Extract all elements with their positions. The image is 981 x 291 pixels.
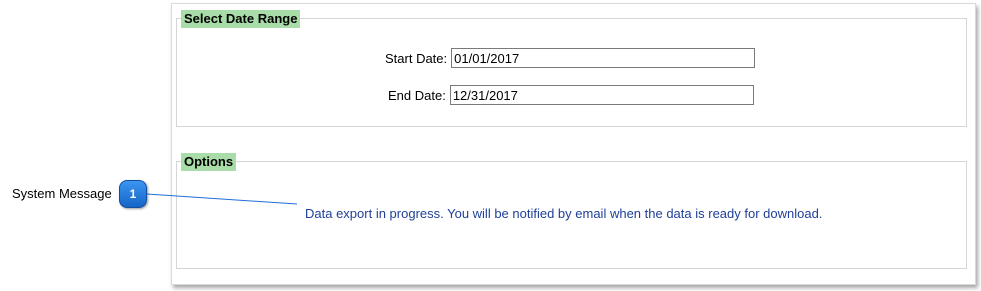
start-date-row: Start Date: — [385, 48, 756, 68]
start-date-input[interactable] — [451, 48, 756, 68]
page: Select Date Range Start Date: End Date: … — [0, 0, 981, 291]
end-date-input[interactable] — [449, 85, 754, 105]
system-message: Data export in progress. You will be not… — [305, 206, 823, 221]
start-date-label: Start Date: — [385, 50, 448, 66]
callout-label: System Message — [12, 186, 112, 201]
callout-number-badge: 1 — [119, 180, 147, 208]
date-range-group: Select Date Range Start Date: End Date: — [176, 10, 967, 127]
date-range-legend: Select Date Range — [181, 10, 301, 28]
options-legend: Options — [181, 153, 237, 171]
end-date-label: End Date: — [388, 87, 446, 103]
export-panel: Select Date Range Start Date: End Date: … — [171, 3, 976, 285]
end-date-row: End Date: — [388, 85, 754, 105]
options-group: Options Data export in progress. You wil… — [176, 153, 967, 269]
